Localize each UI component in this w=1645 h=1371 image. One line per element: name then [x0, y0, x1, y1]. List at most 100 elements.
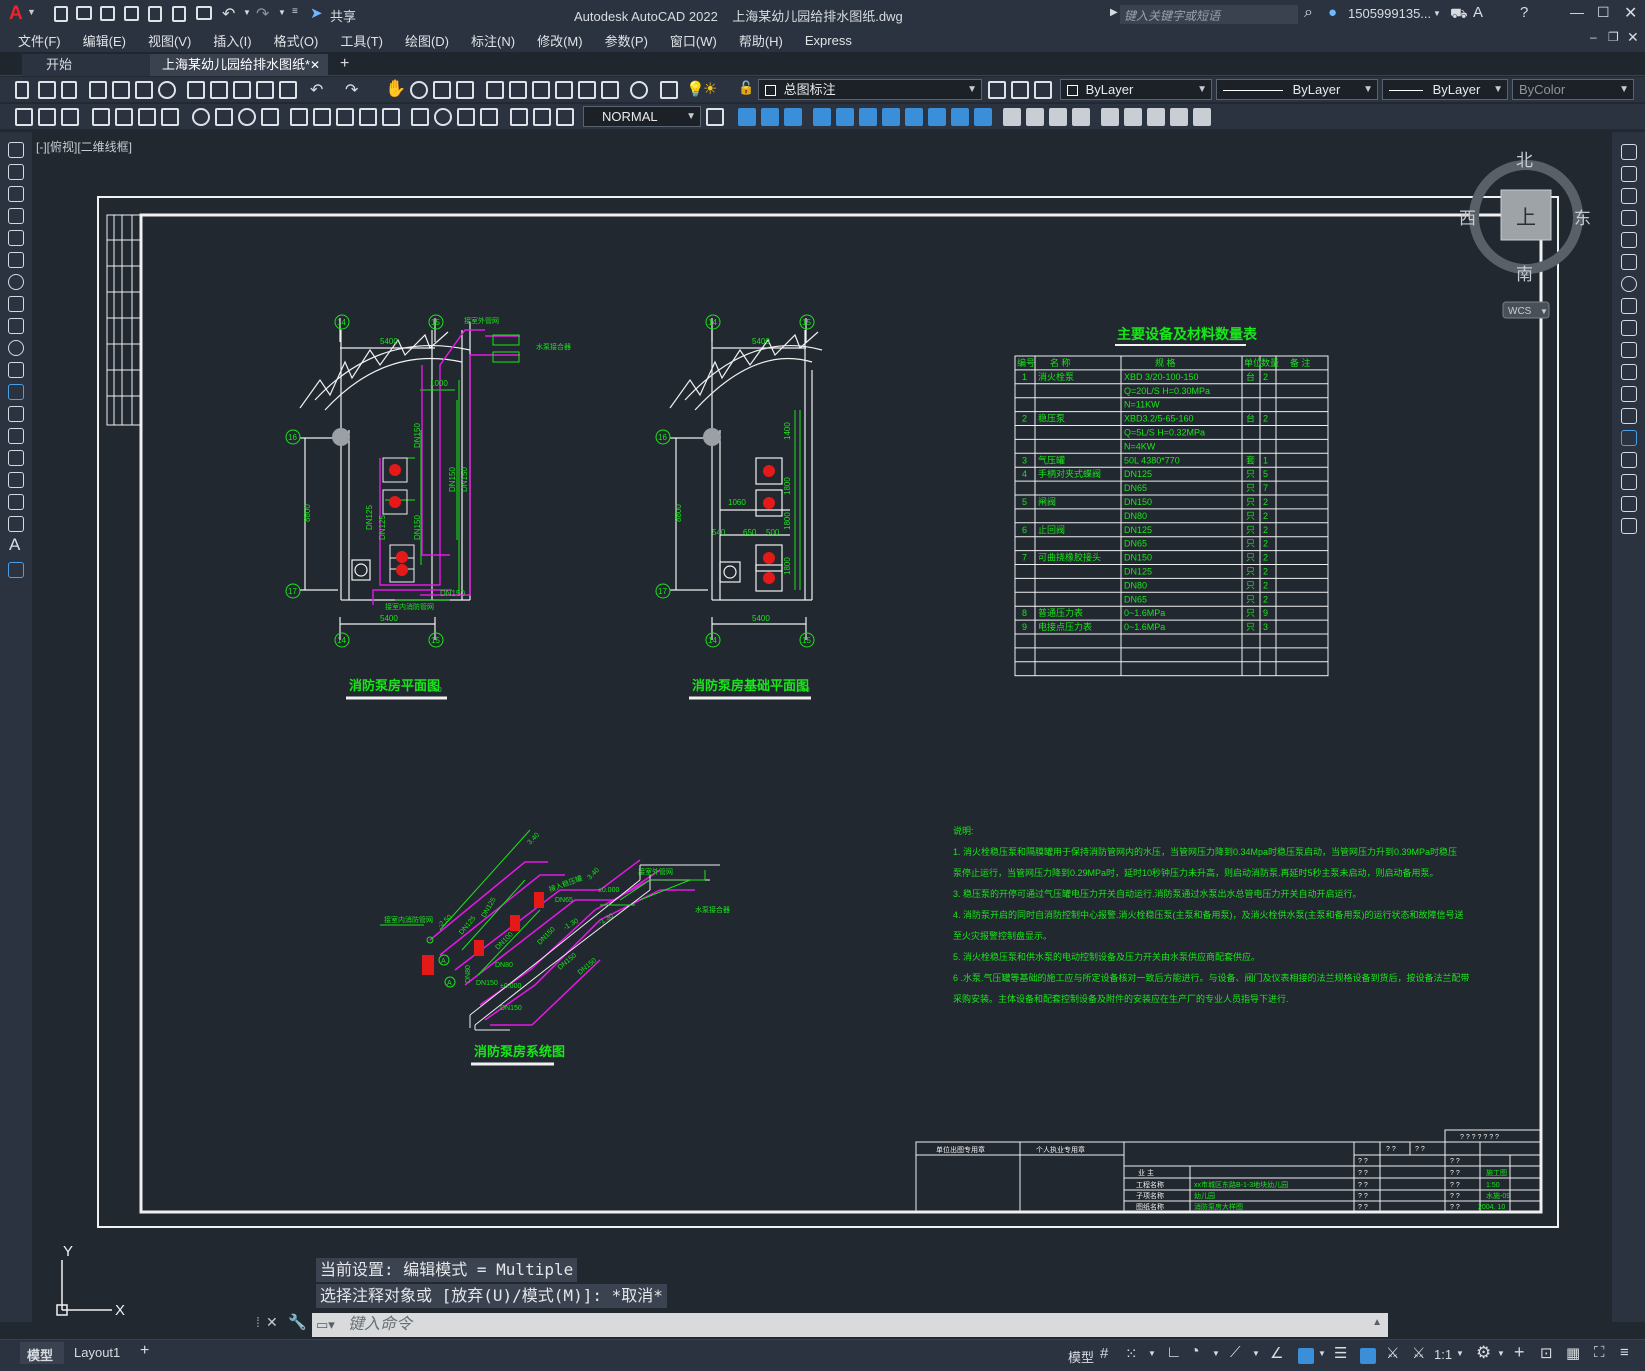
tab-model[interactable]: 模型: [20, 1342, 64, 1364]
scale-dropdown-icon[interactable]: ▼: [1456, 1349, 1464, 1358]
table-cell: 只: [1246, 497, 1255, 507]
table-cell: 气压罐: [1038, 454, 1065, 465]
table-cell: XBD 3/20-100-150: [1124, 372, 1199, 382]
table-cell: 1: [1022, 372, 1027, 382]
osnap-track-icon[interactable]: ⟋: [1230, 1344, 1241, 1361]
plan-note-right: 水泵接合器: [536, 342, 571, 351]
table-cell: 只: [1246, 469, 1255, 479]
table-cell: XBD3.2/5-65-160: [1124, 414, 1194, 424]
tb-q2: ? ?: [1415, 1146, 1425, 1153]
annotation-scale-icon[interactable]: ⚔: [1412, 1344, 1425, 1362]
note-5: 5. 消火栓稳压泵和供水泵的电动控制设备及压力开关由水泵供应商配套供应。: [953, 951, 1260, 962]
sys-elev-1b: -1.30: [598, 913, 615, 927]
base-dim-540: 540: [712, 528, 726, 537]
plan-note-top: 接室外管网: [464, 316, 499, 325]
ortho-icon[interactable]: ∟: [1166, 1344, 1182, 1362]
base-dim-top: 5400: [752, 337, 770, 346]
polar-dropdown-icon[interactable]: ▼: [1212, 1349, 1220, 1358]
pump-system-diagram[interactable]: 接室内消防管网 接室外管网 水泵接合器 接入稳压罐 DN150 DN150 DN…: [380, 829, 730, 1066]
table-cell: 2: [1263, 539, 1268, 549]
workspace-dropdown-icon[interactable]: ▼: [1497, 1349, 1505, 1358]
polar-icon[interactable]: ◔: [1190, 1343, 1200, 1361]
annotation-visibility-icon[interactable]: [1360, 1348, 1376, 1364]
table-cell: DN65: [1124, 539, 1147, 549]
viewcube[interactable]: 上 北 南 东 西 WCS ▼: [1459, 151, 1591, 319]
grid-icon[interactable]: #: [1100, 1345, 1108, 1362]
sys-note-right: 水泵接合器: [695, 905, 730, 914]
status-bar: 模型 Layout1 + 模型 # ⁙ ▼ ∟ ◔ ▼ ⟋ ▼ ∠ ▼ ☰ ⚔ …: [0, 1339, 1645, 1371]
table-cell: 9: [1263, 608, 1268, 618]
table-cell: DN125: [1124, 567, 1152, 577]
note-4a: 4. 消防泵开启的同时自消防控制中心报警.消火栓稳压泵(主泵和备用泵)，及消火栓…: [953, 909, 1464, 920]
snap-icon[interactable]: ⁙: [1125, 1345, 1138, 1363]
table-cell: DN65: [1124, 594, 1147, 604]
object-snap-dropdown-icon[interactable]: ▼: [1318, 1349, 1326, 1358]
base-grid-15: 15: [802, 318, 811, 327]
command-grip-icon[interactable]: ⁞: [256, 1314, 260, 1330]
lineweight-icon[interactable]: ∠: [1270, 1344, 1283, 1362]
command-line[interactable]: ▭▾ 键入命令 ▲: [312, 1313, 1388, 1337]
table-header-cell: 数量: [1261, 357, 1279, 368]
sheet-inner-border: [139, 213, 1543, 1214]
plan-pipe-dn150-e: DN150: [440, 589, 465, 598]
tb-date: 2004. 10: [1478, 1204, 1505, 1211]
title-block[interactable]: 单位出图专用章 个人执业专用章 业 主 工程名称 子项名称 图纸名称 ? ? ?…: [915, 1129, 1542, 1213]
viewcube-north[interactable]: 北: [1516, 151, 1533, 170]
pump-base-plan[interactable]: 14 15 16 17 14 15 5400 5400 8800 1400 18…: [655, 314, 823, 700]
table-cell: 只: [1246, 553, 1255, 563]
table-cell: 2: [1263, 567, 1268, 577]
command-recent-icon[interactable]: ▭▾: [316, 1317, 335, 1333]
command-customize-icon[interactable]: 🔧: [288, 1313, 307, 1331]
table-cell: 8: [1022, 608, 1027, 618]
ucs-icon: [56, 1260, 112, 1316]
plan-scale: 1:50: [428, 687, 442, 694]
command-close-icon[interactable]: ✕: [266, 1314, 278, 1331]
sheet-outer-border: [97, 196, 1559, 1228]
table-cell: 只: [1246, 539, 1255, 549]
quick-properties-icon[interactable]: ▦: [1566, 1344, 1580, 1362]
equipment-table[interactable]: 主要设备及材料数量表 编号 名 称 规 格 单位数量备 注 1 消火栓泵 XBD 3/20-…: [1014, 326, 1329, 677]
table-header-cell: 备 注: [1290, 357, 1311, 368]
tab-layout1[interactable]: Layout1: [74, 1345, 120, 1360]
table-cell: 2: [1263, 580, 1268, 590]
wcs-dropdown-icon[interactable]: ▼: [1540, 307, 1548, 316]
object-snap-icon[interactable]: [1298, 1348, 1314, 1364]
model-space-button[interactable]: 模型: [1068, 1347, 1094, 1366]
table-cell: DN150: [1124, 497, 1152, 507]
auto-scale-icon[interactable]: ⚔: [1386, 1344, 1399, 1362]
tb-subitem-value: 幼儿园: [1194, 1191, 1215, 1200]
plan-dim-1000: 1000: [430, 379, 448, 388]
design-notes[interactable]: 说明: 1. 消火栓稳压泵和隔膜罐用于保持消防管网内的水压，当管网压力降到0.3…: [953, 825, 1470, 1004]
drawing-svg[interactable]: 14 15 16 17 14 15 5400 5400 1000 8800 DN…: [0, 0, 1645, 1371]
command-input[interactable]: 键入命令: [348, 1313, 412, 1337]
workspace-gear-icon[interactable]: ⚙: [1476, 1343, 1491, 1363]
add-layout-button[interactable]: +: [140, 1342, 149, 1360]
tb-personal-stamp: 个人执业专用章: [1036, 1145, 1085, 1154]
table-cell: 只: [1246, 608, 1255, 618]
selection-cycling-icon[interactable]: ☰: [1334, 1344, 1347, 1362]
plan-title: 消防泵房平面图: [349, 678, 440, 693]
pump-room-plan[interactable]: 14 15 16 17 14 15 5400 5400 1000 8800 DN…: [285, 314, 571, 700]
command-history-line-2: 选择注释对象或 [放弃(U)/模式(M)]: *取消*: [316, 1284, 667, 1308]
viewcube-west[interactable]: 西: [1459, 209, 1476, 228]
sys-note-bottom: 接室内消防管网: [384, 915, 433, 924]
plan-pipe-dn150-a: DN150: [413, 423, 422, 448]
snap-dropdown-icon[interactable]: ▼: [1148, 1349, 1156, 1358]
annotation-scale-value[interactable]: 1:1: [1434, 1347, 1452, 1362]
customization-icon[interactable]: ≡: [1620, 1344, 1629, 1361]
note-3: 3. 稳压泵的开停可通过气压罐电压力开关自动运行.消防泵通过水泵出水总管电压力开…: [953, 888, 1362, 899]
osnap-dropdown-icon[interactable]: ▼: [1252, 1349, 1260, 1358]
plan-pipe-dn150-c: DN150: [460, 467, 469, 492]
units-icon[interactable]: ⊡: [1540, 1344, 1553, 1362]
base-grid-17: 17: [658, 587, 667, 596]
table-header-cell: 规 格: [1155, 357, 1176, 368]
clean-screen-icon[interactable]: ⛶: [1594, 1344, 1605, 1361]
table-header-cell: 编号: [1017, 357, 1035, 368]
table-cell: 3: [1022, 455, 1027, 465]
viewcube-east[interactable]: 东: [1574, 209, 1591, 228]
tb-q8: ? ?: [1358, 1204, 1368, 1211]
viewcube-south[interactable]: 南: [1516, 265, 1533, 284]
add-icon[interactable]: +: [1514, 1342, 1525, 1363]
table-cell: 2: [1263, 497, 1268, 507]
command-expand-icon[interactable]: ▲: [1372, 1317, 1382, 1328]
